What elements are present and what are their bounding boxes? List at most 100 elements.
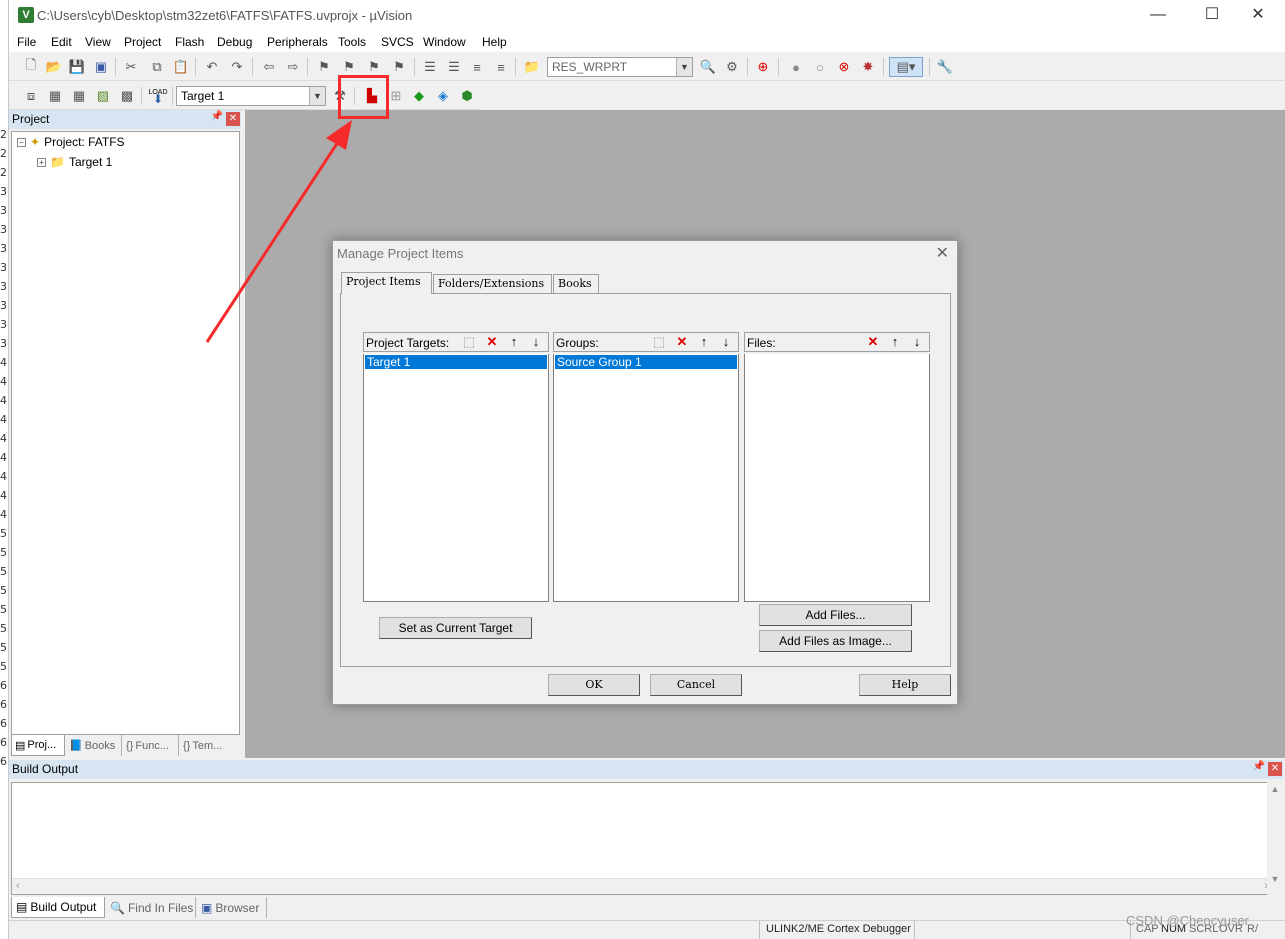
close-icon[interactable]: ✕ [226,112,240,126]
menu-help[interactable]: Help [482,35,507,49]
tab-find-in-files[interactable]: 🔍 Find In Files [106,897,196,918]
cut-icon[interactable]: ✂ [121,57,141,77]
uncomment-icon[interactable]: ≡ [491,57,511,77]
move-file-up-icon[interactable]: ↑ [886,334,904,350]
download-icon[interactable]: LOAD ⬇ [148,86,168,106]
find-in-files-icon[interactable]: 📁 [522,57,542,77]
paste-icon[interactable]: 📋 [171,57,191,77]
comment-icon[interactable]: ≡ [467,57,487,77]
maximize-button[interactable]: ☐ [1189,0,1235,32]
files-list[interactable] [744,354,930,602]
nav-forward-icon[interactable]: ⇨ [283,57,303,77]
menu-edit[interactable]: Edit [51,35,72,49]
tree-root[interactable]: − ✦ Project: FATFS [17,135,125,149]
tree-target[interactable]: + 📁 Target 1 [37,155,112,169]
groups-list[interactable]: Source Group 1 [553,354,739,602]
menu-debug[interactable]: Debug [217,35,252,49]
translate-icon[interactable]: ⧈ [21,86,41,106]
build-output-text[interactable]: ‹ › [11,782,1273,895]
set-current-target-button[interactable]: Set as Current Target [379,617,532,639]
tab-functions[interactable]: {} Func... [123,735,179,756]
horizontal-scrollbar[interactable]: ‹ › [12,878,1272,894]
move-target-down-icon[interactable]: ↓ [527,334,545,350]
menu-file[interactable]: File [17,35,36,49]
enable-breakpoint-icon[interactable]: ○ [810,57,830,77]
tab-browser[interactable]: ▣ Browser [197,897,267,918]
pin-icon[interactable]: 📌 [211,111,223,122]
new-file-icon[interactable]: 🗋 [21,57,41,77]
menu-peripherals[interactable]: Peripherals [267,35,328,49]
nav-back-icon[interactable]: ⇦ [259,57,279,77]
save-icon[interactable]: 💾 [67,57,87,77]
help-button[interactable]: Help [859,674,951,696]
tab-build-output[interactable]: ▤ Build Output [11,897,105,918]
batch-build-icon[interactable]: ▧ [93,86,113,106]
dialog-close-icon[interactable]: ✕ [936,243,949,263]
redo-icon[interactable]: ↷ [227,57,247,77]
vertical-scrollbar[interactable]: ▲ ▼ [1267,782,1283,895]
tab-books[interactable]: Books [553,274,599,293]
undo-icon[interactable]: ↶ [202,57,222,77]
tab-project[interactable]: ▤ Proj... [11,735,65,756]
target-combo[interactable]: Target 1 ▼ [176,86,326,106]
chevron-down-icon[interactable]: ▼ [676,58,692,76]
prev-bookmark-icon[interactable]: ⚑ [339,57,359,77]
copy-icon[interactable]: ⧉ [147,57,167,77]
indent-icon[interactable]: ☰ [420,57,440,77]
scroll-down-icon[interactable]: ▼ [1267,874,1283,884]
list-item[interactable]: Target 1 [365,355,547,369]
new-group-icon[interactable]: ⬚ [650,334,668,350]
stop-build-icon[interactable]: ▩ [117,86,137,106]
tab-books[interactable]: 📘 Books [66,735,122,756]
chevron-down-icon[interactable]: ▼ [309,87,325,105]
add-files-button[interactable]: Add Files... [759,604,912,626]
incremental-find-icon[interactable]: ⚙ [722,57,742,77]
next-bookmark-icon[interactable]: ⚑ [364,57,384,77]
software-packs-icon[interactable]: ⬢ [457,86,477,106]
new-target-icon[interactable]: ⬚ [460,334,478,350]
ok-button[interactable]: OK [548,674,640,696]
menu-svcs[interactable]: SVCS [381,35,414,49]
select-packs-icon[interactable]: ⊞ [386,86,406,106]
bookmark-icon[interactable]: ⚑ [314,57,334,77]
move-group-down-icon[interactable]: ↓ [717,334,735,350]
menu-window[interactable]: Window [423,35,466,49]
move-file-down-icon[interactable]: ↓ [908,334,926,350]
list-item[interactable]: Source Group 1 [555,355,737,369]
kill-breakpoints-icon[interactable]: ✸ [858,57,878,77]
minimize-button[interactable]: — [1135,0,1181,32]
find-icon[interactable]: 🔍 [698,57,718,77]
project-targets-list[interactable]: Target 1 [363,354,549,602]
window-layout-icon[interactable]: ▤▾ [889,57,923,77]
manage-rte-icon[interactable]: ◆ [409,86,429,106]
move-group-up-icon[interactable]: ↑ [695,334,713,350]
add-files-as-image-button[interactable]: Add Files as Image... [759,630,912,652]
pack-installer-icon[interactable]: ◈ [433,86,453,106]
collapse-icon[interactable]: − [17,137,26,147]
pin-icon[interactable]: 📌 [1253,761,1265,772]
menu-flash[interactable]: Flash [175,35,204,49]
configure-icon[interactable]: 🔧 [935,57,955,77]
menu-view[interactable]: View [85,35,111,49]
unindent-icon[interactable]: ☰ [444,57,464,77]
cancel-button[interactable]: Cancel [650,674,742,696]
disable-breakpoints-icon[interactable]: ⊗ [834,57,854,77]
save-all-icon[interactable]: ▣ [91,57,111,77]
delete-file-icon[interactable]: ✕ [864,334,882,350]
delete-target-icon[interactable]: ✕ [483,334,501,350]
scroll-up-icon[interactable]: ▲ [1267,784,1283,794]
scroll-left-icon[interactable]: ‹ [16,880,20,892]
close-icon[interactable]: ✕ [1268,762,1282,776]
debug-session-icon[interactable]: ⊕ [753,57,773,77]
find-combo[interactable]: RES_WRPRT ▼ [547,57,693,77]
delete-group-icon[interactable]: ✕ [673,334,691,350]
tab-folders-extensions[interactable]: Folders/Extensions [433,274,552,293]
build-icon[interactable]: ▦ [45,86,65,106]
expand-icon[interactable]: + [37,157,46,167]
menu-project[interactable]: Project [124,35,161,49]
menu-tools[interactable]: Tools [338,35,366,49]
open-folder-icon[interactable]: 📂 [44,57,64,77]
tab-project-items[interactable]: Project Items [341,272,432,294]
rebuild-icon[interactable]: ▦ [69,86,89,106]
insert-breakpoint-icon[interactable]: ● [786,57,806,77]
